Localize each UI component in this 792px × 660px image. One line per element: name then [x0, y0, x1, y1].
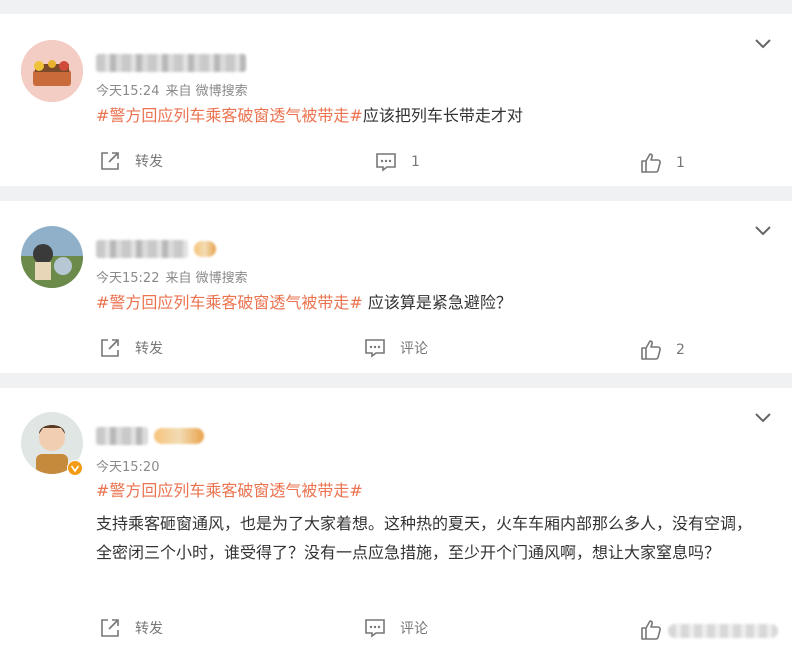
- post-text: 应该算是紧急避险？: [362, 293, 512, 312]
- comment-button[interactable]: 评论: [364, 337, 428, 359]
- username[interactable]: [96, 427, 148, 445]
- post-meta: 今天15:24 来自 微博搜索: [96, 80, 248, 99]
- comment-icon: [365, 339, 385, 358]
- comment-button[interactable]: 评论: [364, 617, 428, 639]
- post-meta: 今天15:20: [96, 456, 159, 475]
- avatar-image: [21, 40, 83, 102]
- chevron-down-icon[interactable]: [754, 38, 772, 50]
- avatar[interactable]: [21, 40, 83, 102]
- verified-badge-icon: [67, 460, 83, 476]
- user-badge: [154, 428, 204, 444]
- watermark: [668, 624, 778, 638]
- avatar-image: [21, 226, 83, 288]
- post-content: #警方回应列车乘客破窗透气被带走# 应该算是紧急避险？: [96, 289, 762, 317]
- share-icon: [101, 152, 119, 170]
- post-topic: #警方回应列车乘客破窗透气被带走#: [96, 477, 762, 505]
- post-content: #警方回应列车乘客破窗透气被带走#应该把列车长带走才对: [96, 102, 762, 130]
- topic-link[interactable]: #警方回应列车乘客破窗透气被带走#: [96, 481, 363, 500]
- post-time: 今天15:20: [96, 460, 160, 475]
- like-button[interactable]: 1: [640, 152, 685, 174]
- post-card: 今天15:24 来自 微博搜索 #警方回应列车乘客破窗透气被带走#应该把列车长带走…: [0, 14, 792, 186]
- share-icon: [101, 619, 119, 637]
- chevron-down-icon[interactable]: [754, 412, 772, 424]
- post-text: 应该把列车长带走才对: [362, 106, 523, 125]
- topic-link[interactable]: #警方回应列车乘客破窗透气被带走#: [96, 293, 363, 312]
- post-time: 今天15:22: [96, 271, 160, 286]
- share-button[interactable]: 转发: [99, 617, 163, 639]
- comment-label: 评论: [400, 621, 428, 637]
- comment-count: 1: [411, 154, 420, 170]
- post-text: 支持乘客砸窗通风，也是为了大家着想。这种热的夏天，火车车厢内部那么多人，没有空调…: [96, 514, 753, 562]
- post-meta: 今天15:22 来自 微博搜索: [96, 267, 248, 286]
- username[interactable]: [96, 240, 188, 258]
- thumbs-up-icon: [641, 340, 661, 360]
- share-label: 转发: [135, 154, 163, 170]
- comment-button[interactable]: 1: [375, 151, 420, 173]
- like-count: 2: [676, 342, 685, 358]
- thumbs-up-icon: [641, 620, 661, 640]
- username[interactable]: [96, 54, 246, 72]
- post-source: 来自 微博搜索: [165, 271, 248, 286]
- share-icon: [101, 339, 119, 357]
- share-label: 转发: [135, 341, 163, 357]
- comment-icon: [376, 153, 396, 172]
- like-count: 1: [676, 155, 685, 171]
- topic-link[interactable]: #警方回应列车乘客破窗透气被带走#: [96, 106, 363, 125]
- post-card: 今天15:22 来自 微博搜索 #警方回应列车乘客破窗透气被带走# 应该算是紧急避…: [0, 201, 792, 373]
- thumbs-up-icon: [641, 153, 661, 173]
- share-label: 转发: [135, 621, 163, 637]
- comment-label: 评论: [400, 341, 428, 357]
- share-button[interactable]: 转发: [99, 150, 163, 172]
- like-button[interactable]: 2: [640, 339, 685, 361]
- share-button[interactable]: 转发: [99, 337, 163, 359]
- avatar[interactable]: [21, 226, 83, 288]
- chevron-down-icon[interactable]: [754, 225, 772, 237]
- user-badge: [194, 241, 216, 257]
- post-source: 来自 微博搜索: [165, 84, 248, 99]
- comment-feed: 今天15:24 来自 微博搜索 #警方回应列车乘客破窗透气被带走#应该把列车长带走…: [0, 0, 792, 660]
- post-card: 今天15:20 #警方回应列车乘客破窗透气被带走# 支持乘客砸窗通风，也是为了大…: [0, 388, 792, 660]
- post-time: 今天15:24: [96, 84, 160, 99]
- comment-icon: [365, 619, 385, 638]
